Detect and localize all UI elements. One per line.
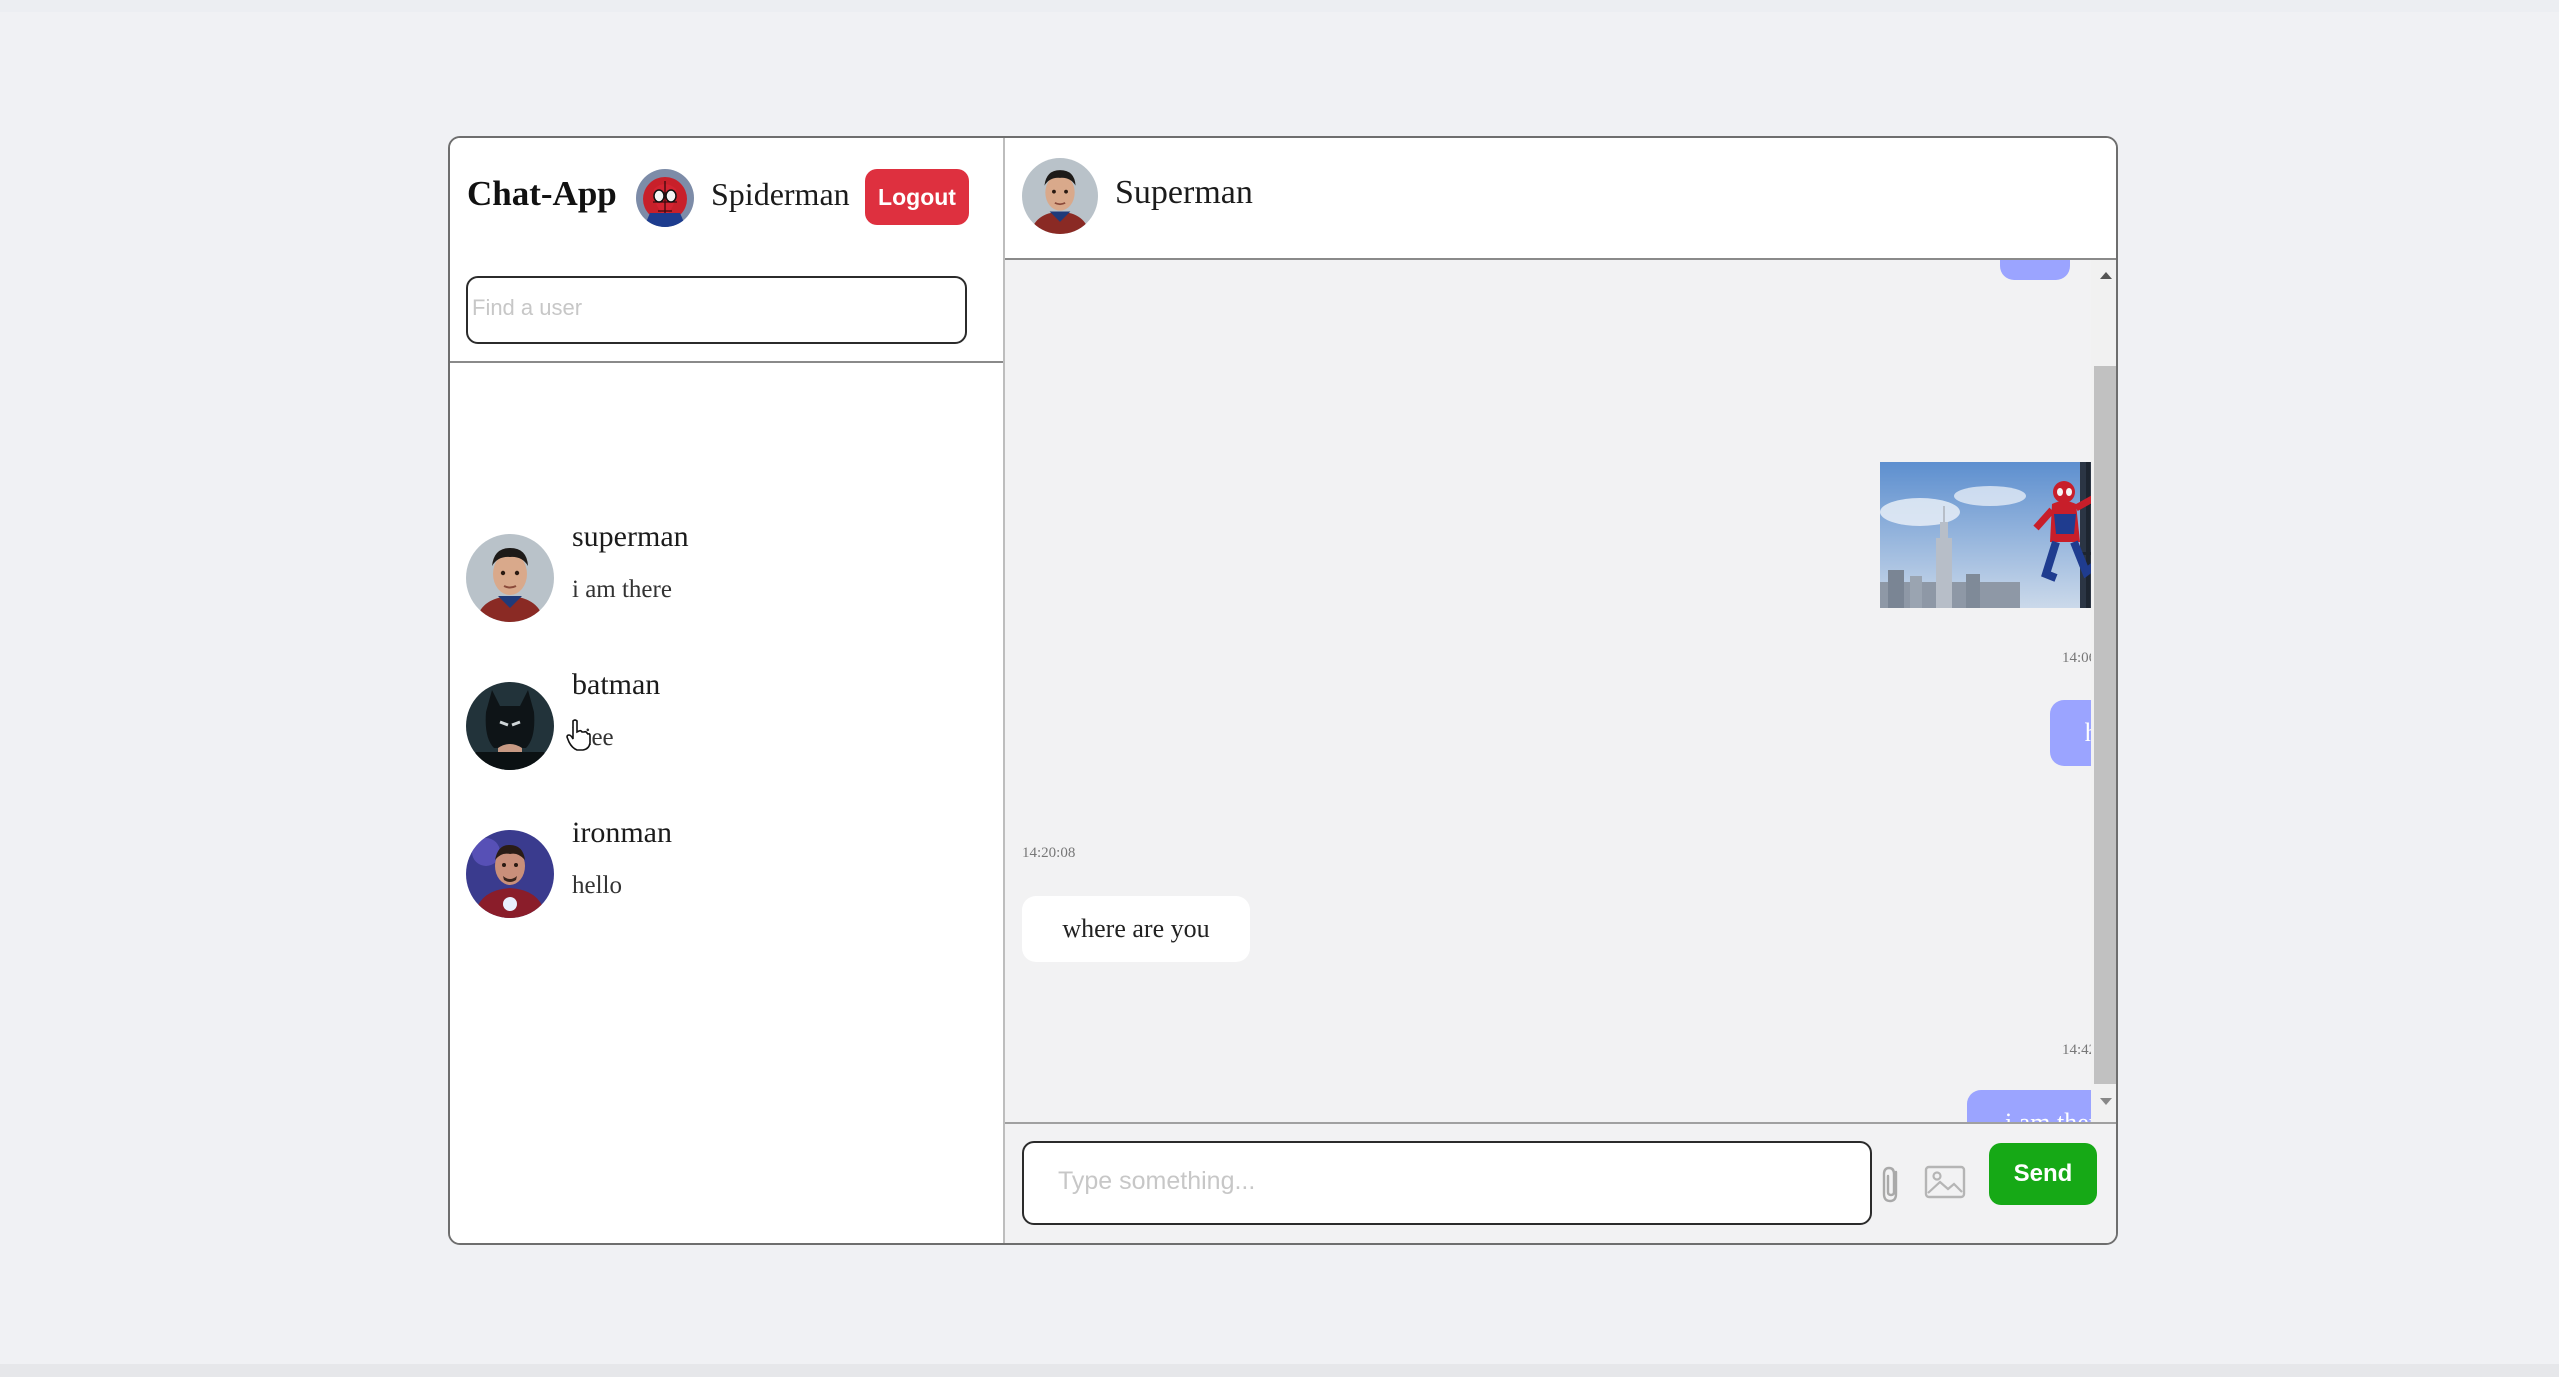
message-list[interactable]: 14:06:34 hii 14:20:08 where are you 14:4… — [1005, 260, 2116, 1122]
browser-bottom-strip — [0, 1364, 2559, 1377]
message-timestamp: 14:20:08 — [1022, 845, 1076, 861]
send-button[interactable]: Send — [1989, 1143, 2097, 1205]
contact-avatar — [466, 682, 554, 770]
hand-cursor-icon — [566, 719, 591, 751]
browser-top-strip — [0, 0, 2559, 12]
chat-panel: Superman 14:06:34 14:20:08 where are you… — [1005, 138, 2116, 1243]
scroll-up-arrow-icon[interactable] — [2100, 272, 2112, 279]
message-input[interactable] — [1024, 1143, 1844, 1219]
contact-item-superman[interactable]: superman i am there — [450, 520, 1003, 668]
previous-message-bubble — [2000, 260, 2070, 280]
paperclip-icon[interactable] — [1875, 1162, 1909, 1206]
contact-name: superman — [572, 520, 689, 553]
message-image[interactable] — [1880, 462, 2116, 608]
chat-header: Superman — [1005, 138, 2116, 260]
contact-name: batman — [572, 668, 661, 701]
message-input-box — [1022, 1141, 1872, 1225]
image-icon[interactable] — [1923, 1162, 1967, 1202]
contact-item-batman[interactable]: batman hiee — [450, 668, 1003, 816]
current-user-name: Spiderman — [711, 176, 850, 212]
contact-avatar — [466, 830, 554, 918]
sidebar-divider — [450, 361, 1003, 363]
contact-last-message: i am there — [572, 576, 672, 603]
message-scrollbar[interactable] — [2091, 260, 2116, 1122]
superman-avatar-icon — [1022, 158, 1098, 234]
message-bubble-received: where are you — [1022, 896, 1250, 962]
contact-last-message: hello — [572, 872, 622, 899]
chat-partner-name: Superman — [1115, 174, 1253, 211]
scrollbar-thumb[interactable] — [2094, 366, 2116, 1084]
spiderman-city-image — [1880, 462, 2116, 608]
ironman-avatar-icon — [466, 830, 554, 918]
find-user-search — [466, 276, 967, 344]
spiderman-avatar-icon — [636, 169, 694, 227]
sidebar: Chat-App Spiderman Logout Find a user su… — [450, 138, 1005, 1243]
contact-item-ironman[interactable]: ironman hello — [450, 816, 1003, 964]
scroll-down-arrow-icon[interactable] — [2100, 1098, 2112, 1105]
superman-avatar-icon — [466, 534, 554, 622]
batman-avatar-icon — [466, 682, 554, 770]
find-user-input[interactable] — [468, 278, 952, 338]
logout-button[interactable]: Logout — [865, 169, 969, 225]
contact-avatar — [466, 534, 554, 622]
contact-name: ironman — [572, 816, 672, 849]
current-user-avatar — [636, 169, 694, 227]
chat-app-window: Chat-App Spiderman Logout Find a user su… — [448, 136, 2118, 1245]
chat-partner-avatar — [1022, 158, 1098, 234]
composer: Send — [1005, 1122, 2116, 1243]
app-title: Chat-App — [467, 174, 617, 213]
